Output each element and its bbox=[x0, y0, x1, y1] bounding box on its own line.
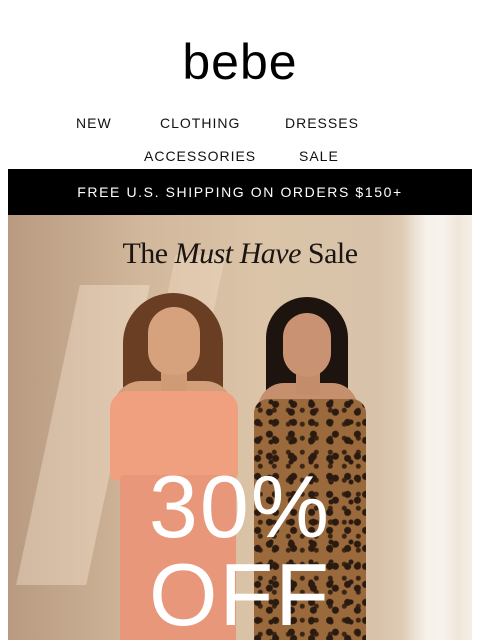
model-left-face bbox=[148, 307, 200, 375]
headline-pre: The bbox=[122, 237, 175, 270]
logo[interactable]: bebe bbox=[0, 34, 480, 90]
headline-post: Sale bbox=[300, 237, 358, 270]
promo-off: OFF bbox=[149, 545, 331, 640]
nav-item-clothing[interactable]: CLOTHING bbox=[160, 114, 240, 132]
nav-item-new[interactable]: NEW bbox=[76, 114, 112, 132]
model-right-face bbox=[283, 313, 331, 377]
hero-banner[interactable]: The Must Have Sale 30% OFF bbox=[8, 215, 472, 640]
promo-percent: 30% bbox=[148, 457, 332, 556]
nav-item-accessories[interactable]: ACCESSORIES bbox=[144, 147, 256, 165]
nav-item-sale[interactable]: SALE bbox=[299, 147, 339, 165]
headline-emphasis: Must Have bbox=[174, 237, 302, 270]
shipping-banner[interactable]: FREE U.S. SHIPPING ON ORDERS $150+ bbox=[8, 169, 472, 215]
hero-headline: The Must Have Sale bbox=[8, 237, 472, 271]
nav-item-dresses[interactable]: DRESSES bbox=[285, 114, 359, 132]
